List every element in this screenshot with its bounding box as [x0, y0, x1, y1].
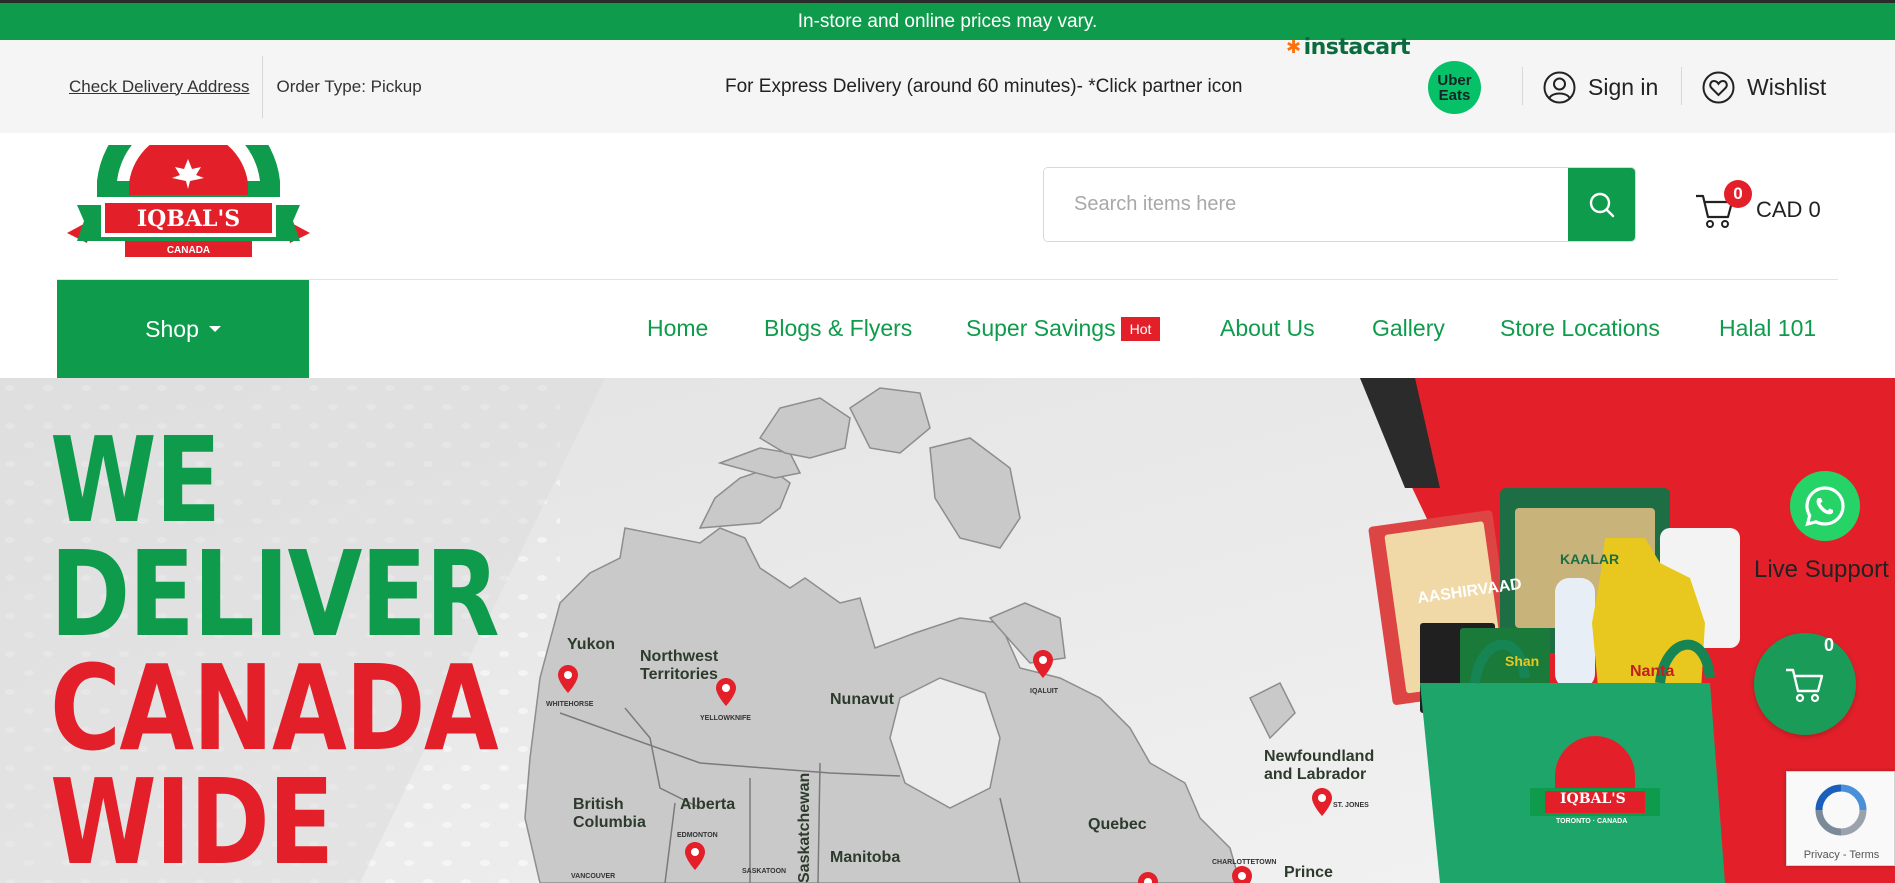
hero-headline-wide: WIDE	[50, 753, 334, 883]
instacart-label: instacart	[1303, 34, 1411, 60]
city-edmonton: EDMONTON	[677, 832, 718, 839]
map-label-saskatchewan: Saskatchewan	[796, 772, 813, 883]
divider	[262, 55, 264, 118]
map-pin-icon	[716, 678, 736, 706]
map-label-manitoba: Manitoba	[830, 849, 901, 866]
sign-in-link[interactable]: Sign in	[1543, 67, 1658, 107]
live-support-label[interactable]: Live Support	[1754, 556, 1889, 584]
caret-down-icon	[208, 326, 221, 332]
hero-headline-canada: CANADA	[50, 639, 499, 777]
header-cart[interactable]: 0 CAD 0	[1694, 180, 1821, 240]
city-vancouver: VANCOUVER	[571, 873, 616, 880]
city-saskatoon: SASKATOON	[742, 868, 787, 875]
express-delivery-text: For Express Delivery (around 60 minutes)…	[725, 75, 1243, 97]
hot-badge: Hot	[1120, 317, 1161, 341]
heart-icon	[1702, 71, 1735, 103]
search-bar	[1043, 167, 1636, 242]
divider	[1681, 67, 1682, 105]
nav-store-locations[interactable]: Store Locations	[1500, 315, 1660, 342]
nav-about-us[interactable]: About Us	[1220, 315, 1315, 342]
cart-count-badge: 0	[1724, 180, 1752, 208]
logo-text: IQBAL'S	[137, 206, 240, 232]
whatsapp-icon	[1805, 486, 1845, 527]
instacart-partner-link[interactable]: ✱ instacart	[1286, 32, 1411, 62]
bag-logo-text: IQBAL'S	[1560, 791, 1626, 807]
nav-super-savings-label: Super Savings	[966, 315, 1116, 341]
order-type-label[interactable]: Order Type: Pickup	[276, 77, 421, 97]
announcement-text: In-store and online prices may vary.	[797, 10, 1098, 32]
nav-blogs-flyers[interactable]: Blogs & Flyers	[764, 315, 912, 342]
map-pin-icon	[685, 842, 705, 870]
search-icon	[1589, 192, 1614, 217]
map-label-yukon: Yukon	[567, 636, 616, 653]
map-label-newfoundland-labrador: Newfoundland and Labrador	[1264, 748, 1375, 783]
map-pin-icon	[558, 665, 578, 693]
delivery-options: Check Delivery Address Order Type: Picku…	[69, 40, 422, 133]
product-label-nanta: Nanta	[1630, 663, 1675, 680]
whatsapp-button[interactable]	[1790, 471, 1860, 541]
ubereats-partner-link[interactable]: Uber Eats	[1428, 61, 1481, 114]
ubereats-label: Uber Eats	[1437, 73, 1471, 103]
map-pin-icon	[1232, 866, 1252, 883]
recaptcha-badge[interactable]: Privacy - Terms	[1786, 771, 1895, 866]
hero-banner[interactable]: Yukon Northwest Territories Nunavut Brit…	[0, 378, 1895, 883]
floating-cart-button[interactable]	[1754, 633, 1856, 735]
product-label-kaalar: KAALAR	[1560, 551, 1620, 567]
bag-logo-country: TORONTO · CANADA	[1556, 818, 1628, 825]
recaptcha-icon	[1815, 784, 1867, 836]
city-yellowknife: YELLOWKNIFE	[700, 715, 751, 722]
city-whitehorse: WHITEHORSE	[546, 701, 594, 708]
map-pin-icon	[1312, 788, 1332, 816]
wishlist-link[interactable]: Wishlist	[1702, 67, 1826, 107]
map-label-nunavut: Nunavut	[830, 691, 894, 708]
city-st-jones: ST. JONES	[1333, 802, 1369, 809]
divider	[1522, 67, 1523, 105]
nav-super-savings[interactable]: Super Savings Hot	[966, 315, 1161, 342]
product-label-shan: Shan	[1505, 653, 1540, 669]
user-icon	[1543, 71, 1576, 103]
map-pin-icon	[1033, 650, 1053, 678]
map-pin-icon	[1138, 872, 1158, 883]
city-iqaluit: IQALUIT	[1030, 688, 1058, 695]
city-charlottetown: CHARLOTTETOWN	[1212, 859, 1277, 866]
nav-halal-101[interactable]: Halal 101	[1719, 315, 1816, 342]
sign-in-label: Sign in	[1588, 73, 1659, 100]
map-label-prince: Prince	[1284, 864, 1333, 881]
wishlist-label: Wishlist	[1747, 73, 1827, 100]
logo-country: CANADA	[167, 245, 210, 256]
recaptcha-terms[interactable]: Privacy - Terms	[1787, 849, 1895, 861]
cart-icon	[1786, 668, 1824, 703]
search-input[interactable]	[1044, 168, 1568, 241]
map-label-alberta: Alberta	[680, 796, 736, 813]
shop-label: Shop	[145, 315, 199, 342]
announcement-bar: In-store and online prices may vary.	[0, 0, 1895, 40]
nav-home[interactable]: Home	[647, 315, 708, 342]
check-delivery-address-link[interactable]: Check Delivery Address	[69, 77, 249, 97]
cart-total: CAD 0	[1756, 197, 1821, 222]
hero-headline-deliver: DELIVER	[50, 525, 500, 663]
map-label-quebec: Quebec	[1088, 816, 1147, 833]
carrot-icon: ✱	[1286, 36, 1301, 58]
floating-cart-count: 0	[1824, 635, 1835, 655]
header-divider	[57, 279, 1838, 280]
ubereats-line2: Eats	[1438, 86, 1471, 104]
nav-gallery[interactable]: Gallery	[1372, 315, 1445, 342]
map-label-british-columbia: British Columbia	[573, 796, 646, 831]
iqbals-logo[interactable]: IQBAL'S CANADA	[67, 98, 310, 267]
search-button[interactable]	[1568, 168, 1635, 241]
shop-dropdown-button[interactable]: Shop	[57, 280, 309, 378]
hero-headline-we: WE	[50, 411, 221, 549]
